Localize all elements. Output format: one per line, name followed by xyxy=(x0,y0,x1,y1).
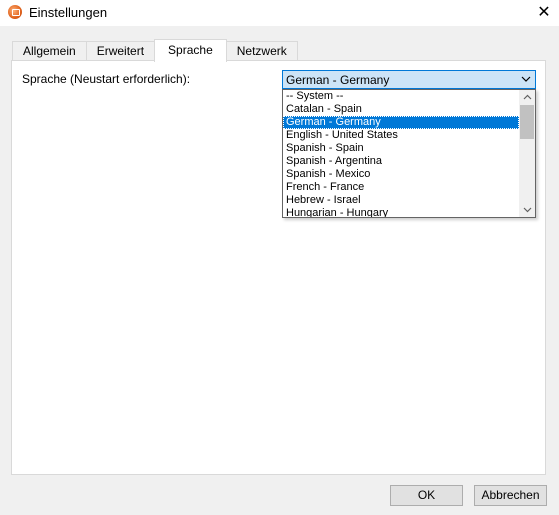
app-icon xyxy=(8,5,22,19)
language-option[interactable]: Spanish - Argentina xyxy=(283,155,519,168)
chevron-down-icon xyxy=(521,76,531,82)
language-select-value: German - Germany xyxy=(286,73,390,87)
language-dropdown-list: -- System -- Catalan - Spain German - Ge… xyxy=(282,89,536,218)
scroll-down-button[interactable] xyxy=(519,203,535,217)
tab-erweitert[interactable]: Erweitert xyxy=(85,41,156,61)
tab-strip: Allgemein Erweitert Sprache Netzwerk xyxy=(12,39,298,62)
tab-allgemein[interactable]: Allgemein xyxy=(12,41,87,61)
language-option[interactable]: Spanish - Mexico xyxy=(283,168,519,181)
language-option[interactable]: Catalan - Spain xyxy=(283,103,519,116)
language-select[interactable]: German - Germany xyxy=(282,70,536,89)
tab-sprache[interactable]: Sprache xyxy=(154,39,227,62)
chevron-up-icon xyxy=(523,94,531,100)
language-options: -- System -- Catalan - Spain German - Ge… xyxy=(283,90,519,217)
language-option[interactable]: -- System -- xyxy=(283,90,519,103)
close-icon[interactable]: ✕ xyxy=(529,0,559,24)
tab-netzwerk[interactable]: Netzwerk xyxy=(225,41,298,61)
cancel-button[interactable]: Abbrechen xyxy=(474,485,547,506)
ok-button[interactable]: OK xyxy=(390,485,463,506)
chevron-down-icon xyxy=(523,207,531,213)
language-option[interactable]: Hebrew - Israel xyxy=(283,194,519,207)
language-label: Sprache (Neustart erforderlich): xyxy=(22,72,191,86)
language-option[interactable]: English - United States xyxy=(283,129,519,142)
settings-window: Einstellungen ✕ Allgemein Erweitert Spra… xyxy=(0,0,559,515)
window-title: Einstellungen xyxy=(29,5,108,20)
title-bar: Einstellungen ✕ xyxy=(0,0,559,26)
language-option[interactable]: Spanish - Spain xyxy=(283,142,519,155)
scrollbar-thumb[interactable] xyxy=(520,105,534,139)
language-option[interactable]: French - France xyxy=(283,181,519,194)
language-option[interactable]: Hungarian - Hungary xyxy=(283,207,519,217)
scroll-up-button[interactable] xyxy=(519,90,535,104)
dropdown-scrollbar[interactable] xyxy=(519,90,535,217)
language-option-selected[interactable]: German - Germany xyxy=(283,116,519,129)
